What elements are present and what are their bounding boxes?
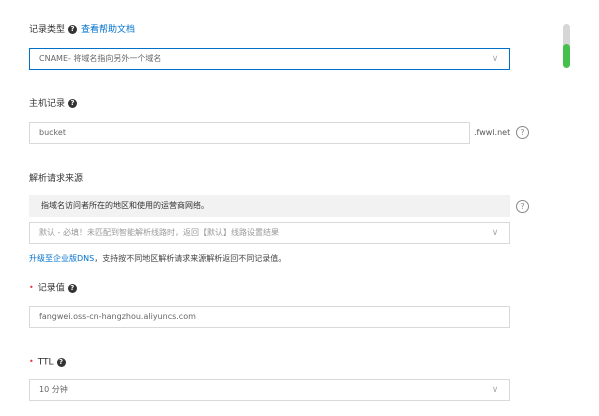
help-icon[interactable]: ? [68, 99, 78, 108]
domain-suffix: .fwwl.net [474, 128, 511, 137]
host-record-value: bucket [39, 128, 66, 137]
record-value-row: • 记录值? [29, 282, 77, 295]
help-icon[interactable]: ? [67, 283, 77, 293]
record-type-row: 记录类型? 查看帮助文档 [29, 24, 135, 36]
record-type-select[interactable]: CNAME- 将域名指向另外一个域名 ∨ [29, 48, 510, 70]
help-docs-link[interactable]: 查看帮助文档 [81, 25, 135, 35]
record-value-input[interactable]: fangwei.oss-cn-hangzhou.aliyuncs.com [29, 306, 510, 328]
resolution-source-info: 指域名访问者所在的地区和使用的运营商网络。 [29, 195, 510, 217]
scrollbar-thumb[interactable] [563, 44, 570, 68]
resolution-source-label: 解析请求来源 [29, 174, 84, 184]
scrollbar[interactable] [563, 24, 570, 68]
resolution-line-select[interactable]: 默认 - 必填！未匹配到智能解析线路时，返回【默认】线路设置结果 ∨ [29, 222, 510, 244]
record-value-value: fangwei.oss-cn-hangzhou.aliyuncs.com [39, 312, 196, 321]
record-value-label: 记录值 [37, 283, 65, 294]
chevron-down-icon: ∨ [491, 228, 499, 238]
record-type-label: 记录类型 [29, 25, 66, 35]
help-icon[interactable]: ? [56, 357, 66, 367]
help-icon[interactable]: ? [68, 25, 78, 34]
question-icon[interactable]: ? [516, 126, 529, 139]
host-record-row: 主机记录? [29, 98, 78, 110]
ttl-select[interactable]: 10 分钟 ∨ [29, 379, 510, 401]
required-icon: • [29, 357, 34, 366]
resolution-line-placeholder: 默认 - 必填！未匹配到智能解析线路时，返回【默认】线路设置结果 [39, 228, 279, 237]
upgrade-note-text: ，支持按不同地区解析请求来源解析返回不同记录值。 [94, 254, 287, 263]
ttl-value: 10 分钟 [39, 385, 68, 394]
ttl-row: • TTL? [29, 356, 66, 369]
question-icon[interactable]: ? [516, 200, 529, 213]
upgrade-note: 升级至企业版DNS，支持按不同地区解析请求来源解析返回不同记录值。 [29, 253, 286, 264]
required-icon: • [29, 283, 34, 292]
record-type-value: CNAME- 将域名指向另外一个域名 [39, 54, 162, 63]
host-record-label: 主机记录 [29, 99, 66, 109]
host-record-input[interactable]: bucket [29, 122, 470, 144]
upgrade-enterprise-dns-link[interactable]: 升级至企业版DNS [29, 254, 94, 263]
chevron-down-icon: ∨ [491, 385, 499, 395]
ttl-label: TTL [37, 357, 54, 368]
chevron-down-icon: ∨ [491, 54, 499, 64]
